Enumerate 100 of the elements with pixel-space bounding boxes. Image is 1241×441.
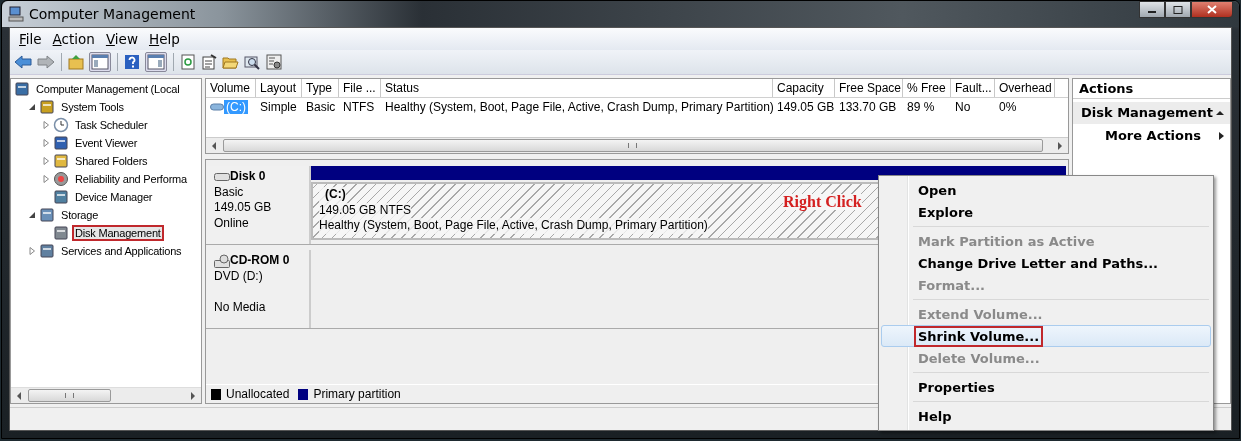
table-cell: Basic (306, 100, 336, 114)
table-cell: 149.05 GB (777, 100, 835, 114)
disk-drive-icon (214, 171, 230, 182)
console-tree-icon[interactable] (89, 52, 111, 72)
tree-item[interactable]: Disk Management (72, 225, 164, 241)
partition-detail: (C:) (319, 187, 346, 203)
tree-item[interactable]: Services and Applications (58, 243, 185, 259)
tree-item[interactable]: System Tools (58, 99, 127, 115)
help-icon[interactable] (124, 54, 140, 70)
disk-name: CD-ROM 0 (230, 253, 290, 269)
tree-item[interactable]: Shared Folders (72, 153, 151, 169)
partition-detail: 149.05 GB NTFS (319, 202, 412, 218)
table-cell: Healthy (System, Boot, Page File, Active, Crash Dump, Primary Partition) (385, 100, 774, 114)
gauge-icon (53, 171, 69, 187)
menu-item[interactable]: Shrink Volume... (881, 325, 1211, 347)
table-cell: No (955, 100, 971, 114)
refresh-icon[interactable] (180, 54, 196, 70)
collapsed-triangle-icon[interactable] (42, 139, 50, 147)
table-cell: 133.70 GB (839, 100, 897, 114)
disk-detail: No Media (214, 299, 267, 315)
menu-item[interactable]: File (14, 31, 48, 47)
partition-detail: Healthy (System, Boot, Page File, Active, Crash Dump, Primary Partition) (319, 218, 708, 234)
table-cell: 89 % (907, 100, 935, 114)
folder-up-icon[interactable] (68, 54, 84, 70)
annotation-text: Right Click (783, 194, 862, 210)
maximize-icon (1173, 5, 1183, 14)
action-pane-icon[interactable] (145, 52, 167, 72)
tree-item[interactable]: Device Manager (72, 189, 156, 205)
menu-item[interactable]: Explore (881, 201, 1211, 223)
expanded-triangle-icon[interactable] (28, 211, 36, 219)
close-icon (1207, 5, 1217, 14)
tree-item[interactable]: Task Scheduler (72, 117, 151, 133)
column-header[interactable]: Free Space (835, 79, 903, 97)
menu-item[interactable]: View (100, 31, 144, 47)
open-folder-icon[interactable] (222, 54, 239, 70)
minimize-button[interactable] (1139, 1, 1165, 18)
column-header[interactable]: File ... (339, 79, 381, 97)
collapsed-triangle-icon[interactable] (42, 157, 50, 165)
menu-item[interactable]: Help (881, 405, 1211, 427)
disk-detail: DVD (D:) (214, 268, 264, 284)
menu-item-label: Explore (917, 203, 975, 222)
menu-item[interactable]: Help (143, 31, 186, 47)
disk-detail: Online (214, 215, 250, 231)
settings-icon[interactable] (266, 54, 282, 70)
maximize-button[interactable] (1165, 1, 1191, 18)
column-header[interactable]: Overhead (995, 79, 1055, 97)
table-cell: NTFS (343, 100, 375, 114)
disk-detail: Basic (214, 184, 245, 200)
scroll-left-icon[interactable] (16, 391, 22, 400)
cd-drive-icon (214, 253, 230, 268)
horizontal-scrollbar[interactable] (206, 137, 1068, 153)
tree-item[interactable]: Storage (58, 207, 102, 223)
menu-item-label: Format... (917, 276, 987, 295)
clock-icon (53, 117, 69, 133)
column-header[interactable]: Capacity (773, 79, 835, 97)
legend-label: Primary partition (313, 387, 401, 401)
column-header[interactable]: % Free (903, 79, 951, 97)
menu-item[interactable]: Open (881, 179, 1211, 201)
column-header[interactable]: Layout (256, 79, 302, 97)
collapsed-triangle-icon[interactable] (42, 121, 50, 129)
scroll-left-icon[interactable] (211, 141, 217, 150)
expanded-triangle-icon[interactable] (28, 103, 36, 111)
scroll-right-icon[interactable] (1057, 141, 1063, 150)
close-button[interactable] (1191, 1, 1233, 18)
tree-item[interactable]: Computer Management (Local (33, 81, 183, 97)
horizontal-scrollbar[interactable] (11, 387, 201, 403)
menu-item-label: Properties (917, 378, 996, 397)
tree-item[interactable]: Event Viewer (72, 135, 141, 151)
forward-arrow-icon[interactable] (37, 55, 55, 69)
menu-item-label: Mark Partition as Active (917, 232, 1096, 251)
menu-item[interactable]: Change Drive Letter and Paths... (881, 252, 1211, 274)
tree-item[interactable]: Reliability and Performa (72, 171, 190, 187)
drive-icon (210, 103, 224, 111)
collapse-arrow-icon[interactable] (1216, 109, 1224, 116)
window-title: Computer Management (29, 6, 196, 22)
menu-item-label: Change Drive Letter and Paths... (917, 254, 1160, 273)
actions-section-header[interactable]: Disk Management (1073, 102, 1230, 124)
table-cell: Simple (260, 100, 297, 114)
properties-icon[interactable] (201, 54, 217, 70)
column-header[interactable]: Type (302, 79, 339, 97)
menu-item[interactable]: Action (47, 31, 101, 47)
collapsed-triangle-icon[interactable] (42, 175, 50, 183)
column-header[interactable]: Status (381, 79, 773, 97)
column-header[interactable]: Fault... (951, 79, 995, 97)
column-header[interactable]: Volume (206, 79, 256, 97)
menu-item-label: Shrink Volume... (914, 325, 1044, 347)
table-cell: 0% (999, 100, 1017, 114)
menu-item[interactable]: Properties (881, 376, 1211, 398)
back-arrow-icon[interactable] (14, 55, 32, 69)
menu-item-label: Delete Volume... (917, 349, 1041, 368)
magnifier-icon[interactable] (244, 54, 261, 70)
submenu-arrow-icon (1219, 131, 1224, 140)
actions-menu-item[interactable]: More Actions (1073, 124, 1230, 147)
scroll-right-icon[interactable] (190, 391, 196, 400)
menu-item-label: Open (917, 181, 958, 200)
disk-detail: 149.05 GB (214, 200, 273, 216)
menu-item-label: Extend Volume... (917, 305, 1044, 324)
menu-item-label: Help (917, 407, 953, 426)
legend-label: Unallocated (226, 387, 290, 401)
collapsed-triangle-icon[interactable] (28, 247, 36, 255)
